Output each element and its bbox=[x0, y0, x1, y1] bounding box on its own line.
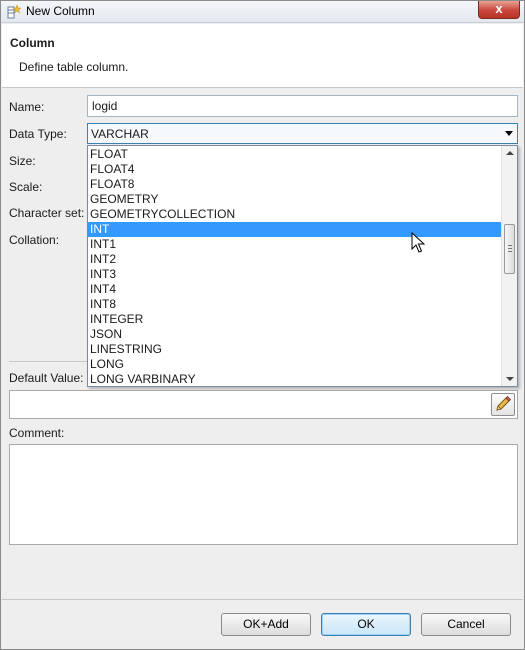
title-bar[interactable]: New Column x bbox=[1, 1, 524, 23]
default-value-label: Default Value: bbox=[9, 371, 84, 385]
grip-line bbox=[508, 248, 512, 249]
ok-button[interactable]: OK bbox=[321, 613, 411, 636]
footer-divider bbox=[2, 599, 523, 600]
dropdown-option[interactable]: INT2 bbox=[88, 252, 501, 267]
dialog-header: Column Define table column. bbox=[2, 24, 523, 88]
name-input[interactable]: logid bbox=[87, 95, 518, 117]
dropdown-option[interactable]: INT8 bbox=[88, 297, 501, 312]
data-type-dropdown-list[interactable]: FLOAT FLOAT4 FLOAT8 GEOMETRY GEOMETRYCOLLECT… bbox=[87, 145, 518, 387]
comment-textarea[interactable] bbox=[9, 444, 518, 545]
default-value-input[interactable] bbox=[9, 390, 518, 419]
name-label: Name: bbox=[9, 100, 45, 114]
scrollbar-thumb[interactable] bbox=[504, 224, 515, 274]
close-button[interactable]: x bbox=[478, 1, 520, 19]
close-icon: x bbox=[495, 1, 503, 16]
grip-line bbox=[508, 251, 512, 252]
header-title: Column bbox=[10, 36, 55, 50]
cancel-button[interactable]: Cancel bbox=[421, 613, 511, 636]
dropdown-option[interactable]: INT4 bbox=[88, 282, 501, 297]
dropdown-option[interactable]: FLOAT4 bbox=[88, 162, 501, 177]
data-type-label: Data Type: bbox=[9, 127, 67, 141]
scroll-up-icon[interactable] bbox=[506, 151, 514, 155]
dropdown-option[interactable]: INT3 bbox=[88, 267, 501, 282]
dropdown-scrollbar[interactable] bbox=[501, 146, 517, 386]
dropdown-option[interactable]: LONG bbox=[88, 357, 501, 372]
scroll-down-icon[interactable] bbox=[506, 377, 514, 381]
dropdown-option[interactable]: FLOAT8 bbox=[88, 177, 501, 192]
size-label: Size: bbox=[9, 154, 36, 168]
collation-label: Collation: bbox=[9, 233, 60, 247]
dropdown-option[interactable]: INT1 bbox=[88, 237, 501, 252]
pencil-icon bbox=[496, 395, 512, 411]
dropdown-option[interactable]: LONG VARBINARY bbox=[88, 372, 501, 386]
scale-label: Scale: bbox=[9, 180, 43, 194]
divider bbox=[9, 361, 89, 362]
dropdown-arrow-icon[interactable] bbox=[505, 131, 513, 136]
data-type-value: VARCHAR bbox=[91, 127, 149, 141]
dropdown-option[interactable]: GEOMETRYCOLLECTION bbox=[88, 207, 501, 222]
data-type-select[interactable]: VARCHAR bbox=[87, 123, 518, 144]
dropdown-option[interactable]: GEOMETRY bbox=[88, 192, 501, 207]
dropdown-option[interactable]: JSON bbox=[88, 327, 501, 342]
character-set-label: Character set: bbox=[9, 206, 85, 220]
grip-line bbox=[508, 245, 512, 246]
name-value: logid bbox=[92, 99, 118, 113]
window-title: New Column bbox=[26, 4, 95, 18]
new-column-icon bbox=[7, 4, 22, 19]
header-description: Define table column. bbox=[19, 60, 129, 74]
comment-label: Comment: bbox=[9, 426, 65, 440]
dropdown-option[interactable]: LINESTRING bbox=[88, 342, 501, 357]
dropdown-option[interactable]: INTEGER bbox=[88, 312, 501, 327]
ok-add-button[interactable]: OK+Add bbox=[221, 613, 311, 636]
mouse-cursor-icon bbox=[411, 232, 425, 253]
new-column-dialog: New Column x Column Define table column.… bbox=[0, 0, 525, 650]
edit-default-button[interactable] bbox=[491, 393, 515, 416]
dropdown-option[interactable]: FLOAT bbox=[88, 147, 501, 162]
dropdown-option[interactable]: INT bbox=[88, 222, 501, 237]
